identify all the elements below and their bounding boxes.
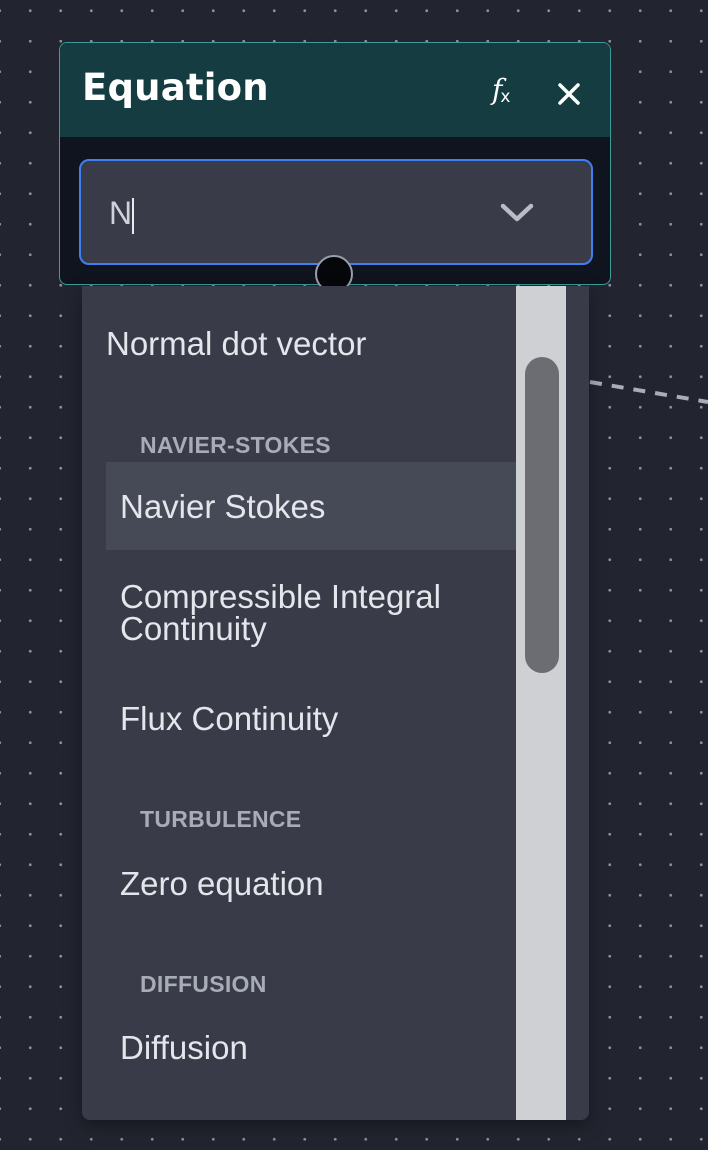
- fx-icon[interactable]: fx: [492, 73, 526, 107]
- option-compressible-integral-continuity[interactable]: Compressible Integral Continuity: [120, 578, 530, 647]
- node-header[interactable]: Equation fx: [60, 43, 610, 137]
- option-navier-stokes[interactable]: Navier Stokes: [120, 490, 530, 523]
- equation-select[interactable]: [79, 159, 593, 265]
- equation-dropdown-list[interactable]: Normal dot vector NAVIER-STOKES Navier S…: [82, 286, 589, 1120]
- text-caret: [132, 198, 134, 234]
- option-zero-equation[interactable]: Zero equation: [120, 867, 530, 900]
- option-diffusion[interactable]: Diffusion: [120, 1031, 530, 1064]
- option-compressible-line2: Continuity: [120, 610, 267, 647]
- option-normal-dot-vector[interactable]: Normal dot vector: [106, 327, 516, 360]
- node-title: Equation: [82, 66, 269, 109]
- group-label-diffusion: DIFFUSION: [140, 971, 267, 997]
- option-flux-continuity[interactable]: Flux Continuity: [120, 702, 530, 735]
- close-icon[interactable]: [556, 81, 582, 107]
- group-label-turbulence: TURBULENCE: [140, 806, 302, 832]
- equation-search-input[interactable]: [109, 195, 489, 232]
- option-compressible-line1: Compressible Integral: [120, 578, 441, 615]
- scrollbar-thumb[interactable]: [525, 357, 559, 673]
- equation-node[interactable]: Equation fx: [59, 42, 611, 293]
- group-label-navier-stokes: NAVIER-STOKES: [140, 432, 331, 458]
- chevron-down-icon[interactable]: [499, 201, 535, 225]
